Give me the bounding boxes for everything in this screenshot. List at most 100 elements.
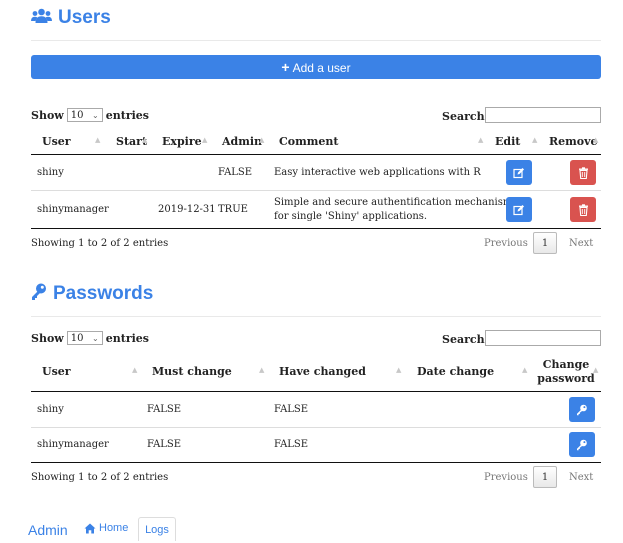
sort-icon: ▲ [132,366,138,374]
table-bottom-border [31,228,601,229]
users-table-header: User ▲ Start ▲ Expire ▲ Admin ▲ Comment … [31,134,601,154]
edit-user-button[interactable] [506,160,532,185]
key-icon [577,404,587,415]
edit-icon [513,204,524,215]
plus-icon: + [281,59,290,75]
key-icon [577,439,587,450]
divider [31,316,601,317]
users-search-label: Search: [442,110,489,123]
passwords-length-control: Show 10 ⌄ entries [31,331,149,345]
users-icon [31,8,52,28]
users-pagination-previous[interactable]: Previous [484,238,528,249]
sort-icon: ▲ [593,136,599,144]
col-header-change-line-1: Change [542,358,590,371]
cell-expire: 2019-12-31 [158,204,216,215]
home-link[interactable]: Home [84,522,128,534]
table-bottom-border [31,462,601,463]
passwords-heading: Passwords [31,283,153,305]
passwords-search-input[interactable] [485,330,601,346]
add-user-label: Add a user [292,61,351,75]
sort-icon: ▲ [259,366,265,374]
key-icon [31,283,47,305]
col-header-must-change[interactable]: Must change [152,365,232,378]
show-label: Show [31,331,64,345]
col-header-user[interactable]: User [42,365,71,378]
navbar-brand[interactable]: Admin [28,522,68,538]
trash-icon [578,203,588,216]
passwords-table-header: User ▲ Must change ▲ Have changed ▲ Date… [31,356,601,392]
passwords-page-length-select[interactable]: 10 ⌄ [66,331,103,345]
cell-comment-line-1: Simple and secure authentification mecha… [274,197,513,208]
col-header-change-line-2: password [537,372,595,385]
cell-comment-line-2: for single 'Shiny' applications. [274,211,428,222]
col-header-edit[interactable]: Edit [495,135,520,148]
users-pagination-next[interactable]: Next [569,238,593,249]
users-search-input[interactable] [485,107,601,123]
users-title: Users [58,7,111,28]
remove-user-button[interactable] [570,160,596,185]
home-icon [84,523,96,533]
passwords-pagination-previous[interactable]: Previous [484,472,528,483]
col-header-change-password[interactable]: Change password [535,358,597,386]
home-label: Home [99,522,129,534]
cell-have-changed: FALSE [274,439,309,450]
cell-admin: FALSE [218,167,253,178]
passwords-title: Passwords [53,283,154,304]
table-row: shinymanager FALSE FALSE [31,428,601,462]
col-header-have-changed[interactable]: Have changed [279,365,366,378]
sort-icon: ▲ [593,366,599,374]
cell-user: shinymanager [37,204,109,215]
table-row: shiny FALSE Easy interactive web applica… [31,155,601,190]
sort-icon: ▲ [522,366,528,374]
sort-icon: ▲ [478,136,484,144]
sort-icon: ▲ [259,136,265,144]
cell-have-changed: FALSE [274,404,309,415]
page-length-value: 10 [70,110,84,121]
cell-user: shinymanager [37,439,109,450]
remove-user-button[interactable] [570,197,596,222]
sort-icon: ▲ [142,136,148,144]
divider [31,40,601,41]
cell-comment: Easy interactive web applications with R [274,167,481,178]
cell-user: shiny [37,404,64,415]
logs-label: Logs [145,524,169,536]
page-length-value: 10 [70,333,84,344]
col-header-date-change[interactable]: Date change [417,365,494,378]
edit-user-button[interactable] [506,197,532,222]
table-row: shinymanager 2019-12-31 TRUE Simple and … [31,191,601,228]
users-length-control: Show 10 ⌄ entries [31,108,149,122]
table-row: shiny FALSE FALSE [31,392,601,427]
users-page-length-select[interactable]: 10 ⌄ [66,108,103,122]
users-table-info: Showing 1 to 2 of 2 entries [31,238,169,249]
sort-icon: ▲ [95,136,101,144]
entries-label: entries [105,108,149,122]
logs-button[interactable]: Logs [138,517,176,541]
passwords-pagination-next[interactable]: Next [569,472,593,483]
users-heading: Users [31,7,111,29]
cell-must-change: FALSE [147,404,182,415]
sort-icon: ▲ [532,136,538,144]
col-header-user[interactable]: User [42,135,71,148]
cell-must-change: FALSE [147,439,182,450]
edit-icon [513,167,524,178]
show-label: Show [31,108,64,122]
col-header-admin[interactable]: Admin [222,135,262,148]
change-password-button[interactable] [569,432,595,457]
sort-icon: ▲ [396,366,402,374]
col-header-expire[interactable]: Expire [162,135,202,148]
cell-user: shiny [37,167,64,178]
change-password-button[interactable] [569,397,595,422]
cell-admin: TRUE [218,204,248,215]
add-user-button[interactable]: + Add a user [31,55,601,79]
passwords-search-label: Search: [442,333,489,346]
trash-icon [578,166,588,179]
passwords-table-info: Showing 1 to 2 of 2 entries [31,472,169,483]
col-header-remove[interactable]: Remove [549,135,598,148]
entries-label: entries [105,331,149,345]
users-pagination-page-1[interactable]: 1 [533,232,557,254]
passwords-pagination-page-1[interactable]: 1 [533,466,557,488]
col-header-comment[interactable]: Comment [279,135,338,148]
chevron-down-icon: ⌄ [92,111,99,120]
chevron-down-icon: ⌄ [92,334,99,343]
sort-icon: ▲ [202,136,208,144]
